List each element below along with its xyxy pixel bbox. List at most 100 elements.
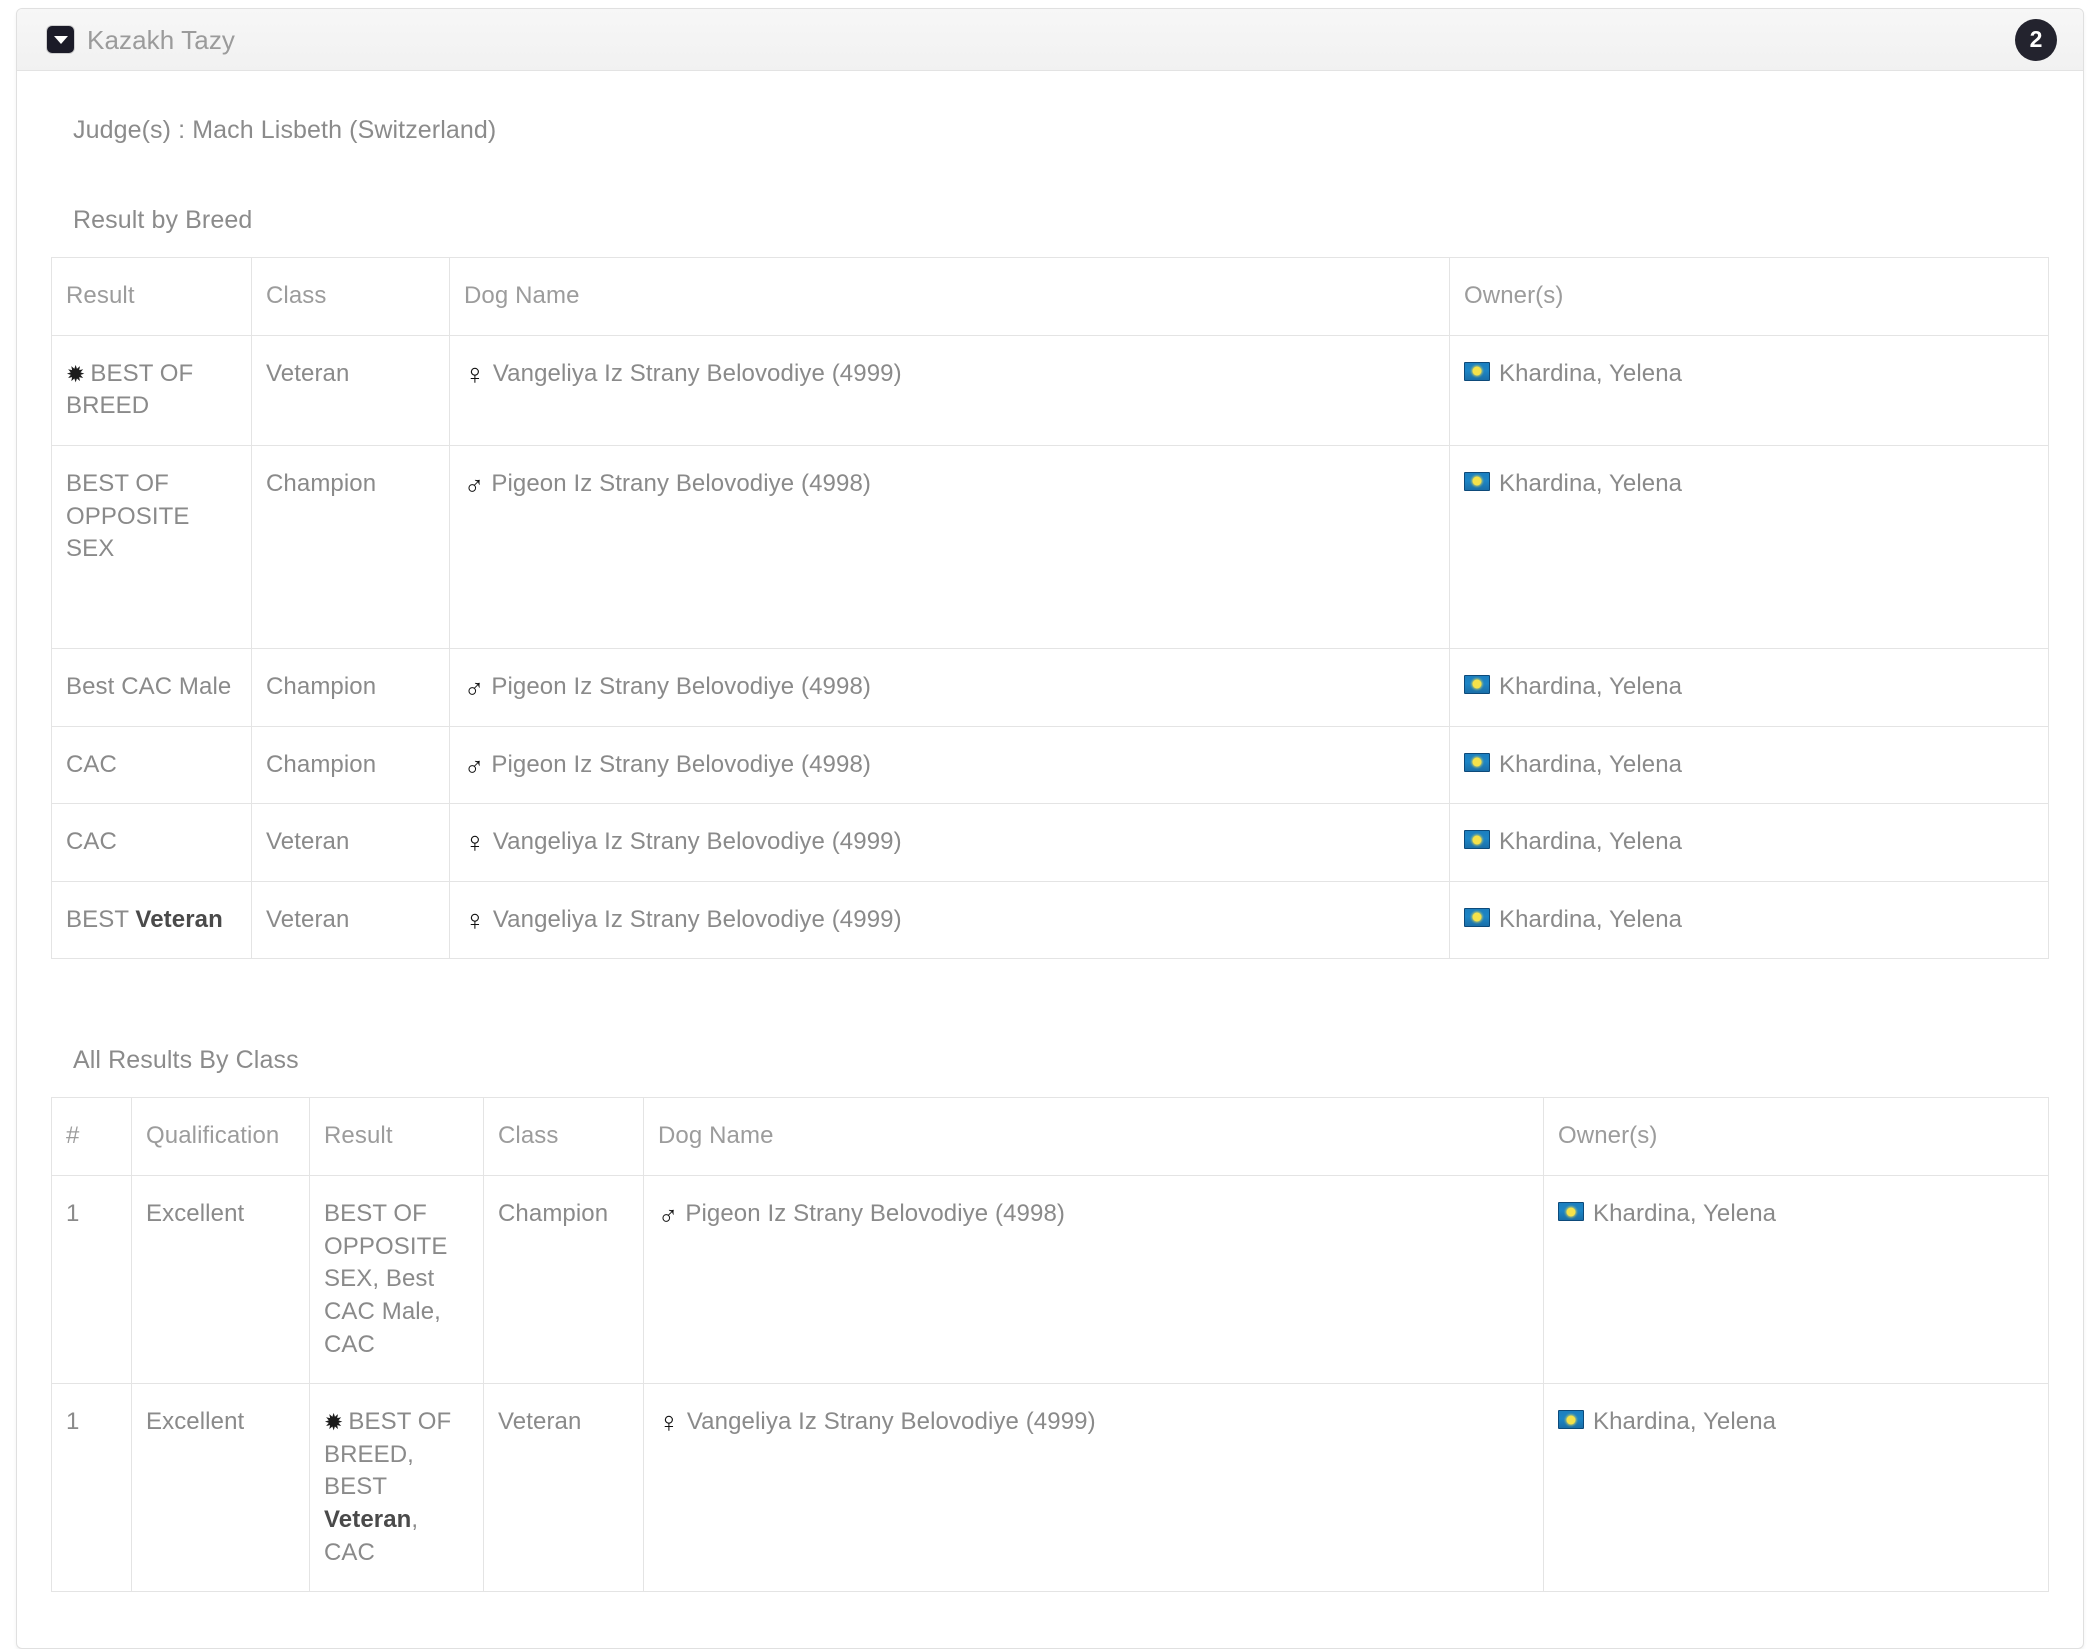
- dog-name-link[interactable]: Pigeon Iz Strany Belovodiye (4998): [491, 673, 871, 700]
- owner-name-link[interactable]: Khardina, Yelena: [1499, 751, 1682, 778]
- cell-dog-name: ♂ Pigeon Iz Strany Belovodiye (4998): [643, 1174, 1544, 1385]
- status-badge: 2: [2015, 18, 2057, 61]
- kazakhstan-flag-icon: [1464, 471, 1490, 491]
- cell-result: Best CAC Male: [51, 647, 252, 727]
- cell-qualification: Excellent: [131, 1383, 310, 1593]
- cell-result: CAC: [51, 725, 252, 805]
- kazakhstan-flag-icon: [1464, 830, 1490, 850]
- dog-name-link[interactable]: Vangeliya Iz Strany Belovodiye (4999): [493, 828, 902, 855]
- owner-name-link[interactable]: Khardina, Yelena: [1593, 1408, 1776, 1435]
- cell-owner: Khardina, Yelena: [1449, 647, 2049, 727]
- table-row: BEST OF OPPOSITE SEX Champion ♂ Pigeon Iz…: [51, 444, 2049, 649]
- cell-class: Champion: [251, 444, 450, 649]
- cell-owner: Khardina, Yelena: [1449, 803, 2049, 882]
- owner-name-link[interactable]: Khardina, Yelena: [1593, 1200, 1776, 1227]
- cell-owner: Khardina, Yelena: [1543, 1383, 2049, 1593]
- rosette-icon: ✹: [324, 1409, 344, 1436]
- cell-owner: Khardina, Yelena: [1449, 334, 2049, 446]
- kazakhstan-flag-icon: [1558, 1410, 1584, 1430]
- kazakhstan-flag-icon: [1464, 907, 1490, 927]
- female-sex-icon: ♀: [464, 358, 486, 391]
- dog-name-link[interactable]: Vangeliya Iz Strany Belovodiye (4999): [687, 1408, 1096, 1435]
- dog-name-link[interactable]: Pigeon Iz Strany Belovodiye (4998): [685, 1200, 1065, 1227]
- cell-class: Veteran: [251, 334, 450, 446]
- rosette-icon: ✹: [66, 360, 86, 387]
- dog-name-link[interactable]: Vangeliya Iz Strany Belovodiye (4999): [493, 906, 902, 933]
- cell-result: BEST OF OPPOSITE SEX: [51, 444, 252, 649]
- caret-down-square-icon[interactable]: [47, 26, 74, 53]
- cell-dog-name: ♂ Pigeon Iz Strany Belovodiye (4998): [449, 725, 1450, 805]
- table-head: Result Class Dog Name Owner(s): [51, 257, 2049, 336]
- result-text-prefix: BEST: [66, 905, 136, 933]
- judges-line: Judge(s) : Mach Lisbeth (Switzerland): [73, 116, 497, 144]
- cell-qualification: Excellent: [131, 1174, 310, 1385]
- cell-dog-name: ♂ Pigeon Iz Strany Belovodiye (4998): [449, 444, 1450, 649]
- cell-owner: Khardina, Yelena: [1543, 1174, 2049, 1385]
- breed-results-panel: Kazakh Tazy 2 Judge(s) : Mach Lisbeth (S…: [16, 8, 2084, 1649]
- kazakhstan-flag-icon: [1558, 1202, 1584, 1221]
- table-row: ✹ BEST OF BREED Veteran ♀ Vangeliya Iz Str…: [51, 334, 2049, 446]
- female-sex-icon: ♀: [658, 1407, 680, 1440]
- table-row: CAC Champion ♂ Pigeon Iz Strany Belovodiy…: [51, 725, 2049, 805]
- male-sex-icon: ♂: [464, 672, 485, 703]
- owner-name-link[interactable]: Khardina, Yelena: [1499, 470, 1682, 497]
- column-header-owners: Owner(s): [1543, 1097, 2049, 1176]
- result-text-bold: Veteran: [135, 905, 223, 933]
- table-row: BEST Veteran Veteran ♀ Vangeliya Iz Stran…: [51, 880, 2049, 960]
- table-row: 1 Excellent ✹ BEST OF BREED, BEST Veteran…: [51, 1383, 2049, 1593]
- cell-dog-name: ♂ Pigeon Iz Strany Belovodiye (4998): [449, 647, 1450, 727]
- cell-class: Veteran: [483, 1383, 644, 1593]
- cell-result: BEST Veteran: [51, 880, 252, 960]
- all-results-by-class-table: # Qualification Result Class Dog Name Ow…: [51, 1097, 2049, 1593]
- dog-name-link[interactable]: Pigeon Iz Strany Belovodiye (4998): [491, 751, 871, 778]
- kazakhstan-flag-icon: [1464, 752, 1490, 772]
- column-header-owners: Owner(s): [1449, 257, 2049, 336]
- kazakhstan-flag-icon: [1464, 674, 1490, 694]
- owner-name-link[interactable]: Khardina, Yelena: [1499, 828, 1682, 855]
- kazakhstan-flag-icon: [1464, 361, 1490, 381]
- cell-class: Champion: [483, 1174, 644, 1385]
- section-title-result-by-breed: Result by Breed: [73, 206, 253, 234]
- cell-class: Champion: [251, 725, 450, 805]
- owner-name-link[interactable]: Khardina, Yelena: [1499, 906, 1682, 933]
- table-body: ✹ BEST OF BREED Veteran ♀ Vangeliya Iz Str…: [51, 334, 2049, 960]
- column-header-qualification: Qualification: [131, 1097, 310, 1176]
- cell-result: BEST OF OPPOSITE SEX, Best CAC Male, CAC: [309, 1174, 484, 1385]
- panel-header[interactable]: Kazakh Tazy 2: [17, 9, 2083, 71]
- column-header-number: #: [51, 1097, 132, 1176]
- cell-owner: Khardina, Yelena: [1449, 725, 2049, 805]
- cell-result: ✹ BEST OF BREED: [51, 334, 252, 446]
- column-header-dog-name: Dog Name: [449, 257, 1450, 336]
- table-row: 1 Excellent BEST OF OPPOSITE SEX, Best C…: [51, 1174, 2049, 1385]
- column-header-result: Result: [309, 1097, 484, 1176]
- page-title: Kazakh Tazy: [87, 24, 236, 55]
- table-header-row: # Qualification Result Class Dog Name Ow…: [51, 1097, 2049, 1176]
- result-text-bold: Veteran: [324, 1506, 412, 1533]
- cell-number: 1: [51, 1174, 132, 1385]
- cell-dog-name: ♀ Vangeliya Iz Strany Belovodiye (4999): [449, 803, 1450, 882]
- cell-dog-name: ♀ Vangeliya Iz Strany Belovodiye (4999): [643, 1383, 1544, 1593]
- owner-name-link[interactable]: Khardina, Yelena: [1499, 673, 1682, 700]
- dog-name-link[interactable]: Vangeliya Iz Strany Belovodiye (4999): [493, 360, 902, 387]
- column-header-result: Result: [51, 257, 252, 336]
- panel-header-left: Kazakh Tazy: [47, 26, 235, 53]
- cell-owner: Khardina, Yelena: [1449, 444, 2049, 649]
- cell-dog-name: ♀ Vangeliya Iz Strany Belovodiye (4999): [449, 880, 1450, 960]
- cell-owner: Khardina, Yelena: [1449, 880, 2049, 960]
- owner-name-link[interactable]: Khardina, Yelena: [1499, 360, 1682, 387]
- cell-number: 1: [51, 1383, 132, 1593]
- cell-class: Veteran: [251, 880, 450, 960]
- table-body: 1 Excellent BEST OF OPPOSITE SEX, Best C…: [51, 1174, 2049, 1593]
- result-by-breed-table: Result Class Dog Name Owner(s) ✹ BEST OF …: [51, 257, 2049, 960]
- cell-result: ✹ BEST OF BREED, BEST Veteran, CAC: [309, 1383, 484, 1593]
- dog-name-link[interactable]: Pigeon Iz Strany Belovodiye (4998): [491, 470, 871, 497]
- cell-class: Champion: [251, 647, 450, 727]
- cell-dog-name: ♀ Vangeliya Iz Strany Belovodiye (4999): [449, 334, 1450, 446]
- female-sex-icon: ♀: [464, 827, 486, 860]
- table-header-row: Result Class Dog Name Owner(s): [51, 257, 2049, 336]
- column-header-class: Class: [251, 257, 450, 336]
- male-sex-icon: ♂: [464, 469, 485, 500]
- female-sex-icon: ♀: [464, 904, 486, 937]
- cell-result: CAC: [51, 803, 252, 882]
- male-sex-icon: ♂: [464, 750, 485, 781]
